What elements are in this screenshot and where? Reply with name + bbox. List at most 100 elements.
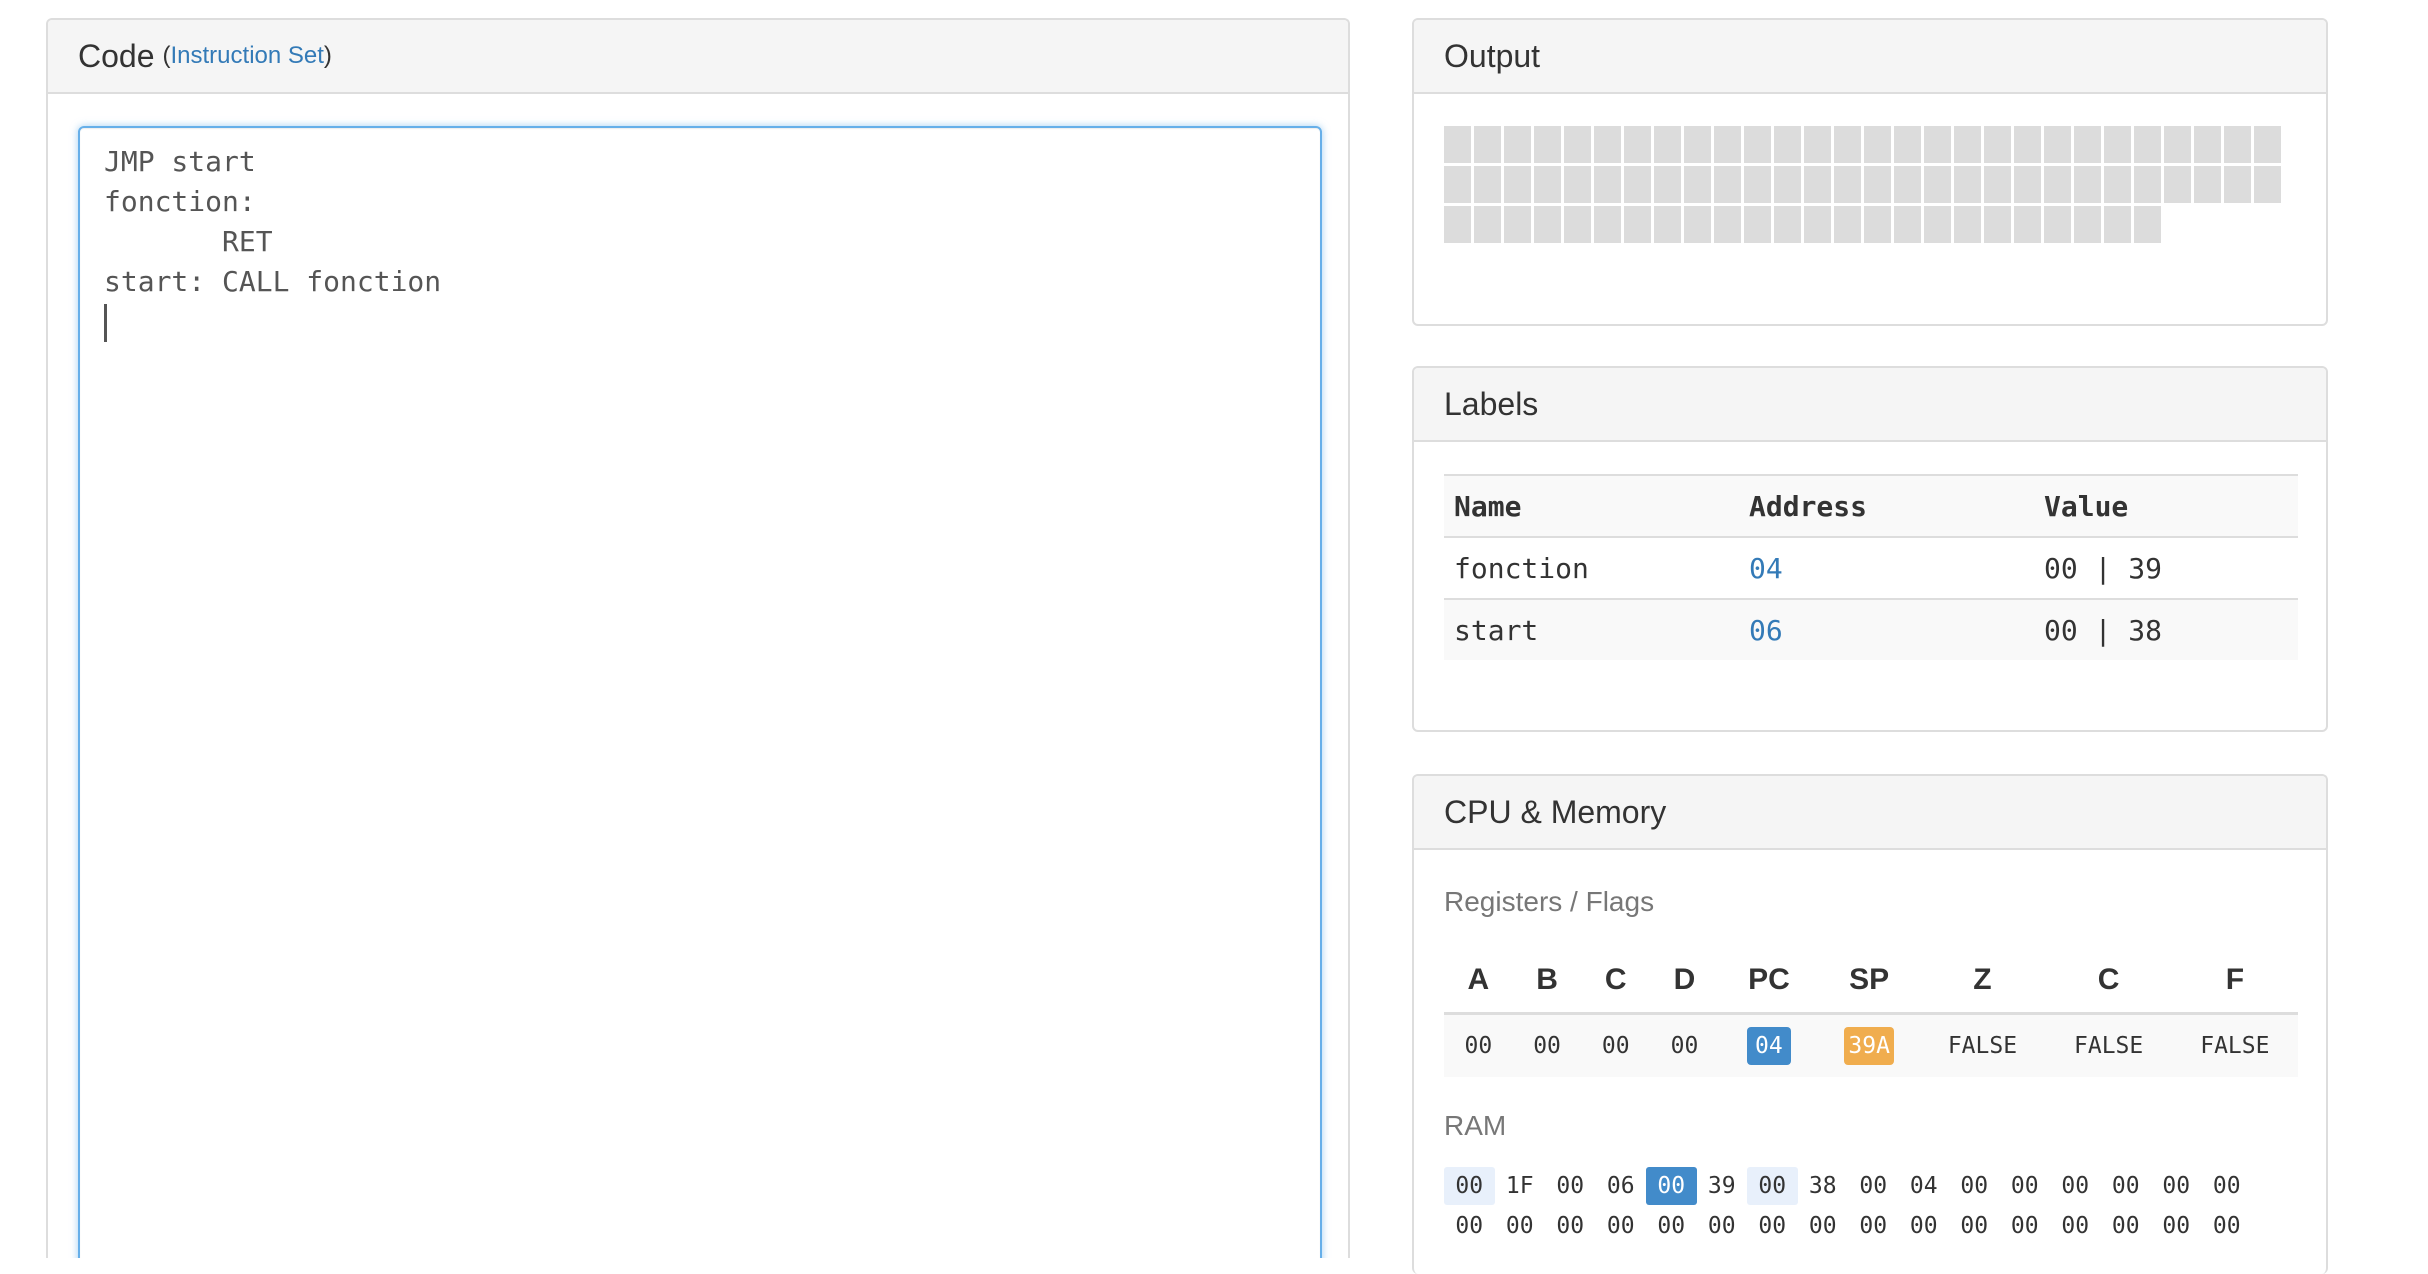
ram-cell: 00 bbox=[1556, 1173, 1585, 1199]
output-pixel bbox=[1444, 206, 1471, 243]
output-pixel bbox=[2044, 206, 2071, 243]
output-pixel bbox=[1894, 166, 1921, 203]
output-pixel bbox=[1684, 166, 1711, 203]
output-pixel bbox=[2104, 166, 2131, 203]
code-panel-heading: Code (Instruction Set) bbox=[48, 20, 1348, 94]
registers-table: A B C D PC SP Z C F 00 00 00 00 04 39A FALSE FALSE FALSE bbox=[1444, 948, 2298, 1077]
code-panel-title: Code bbox=[78, 37, 155, 74]
output-pixel bbox=[1504, 126, 1531, 163]
label-address-link[interactable]: 06 bbox=[1749, 614, 1783, 647]
ram-cell: 00 bbox=[1444, 1167, 1495, 1205]
ram-cell: 00 bbox=[2061, 1173, 2090, 1199]
output-pixel bbox=[2254, 166, 2281, 203]
labels-panel: Labels Name Address Value fonction 04 00… bbox=[1412, 366, 2328, 732]
labels-header-address: Address bbox=[1739, 474, 2034, 538]
register-value-text: FALSE bbox=[1947, 1033, 2018, 1059]
output-pixel bbox=[2014, 166, 2041, 203]
output-pixel bbox=[1804, 126, 1831, 163]
ram-cell: 00 bbox=[2061, 1213, 2090, 1239]
output-pixel bbox=[1924, 166, 1951, 203]
output-pixel bbox=[1714, 206, 1741, 243]
output-pixel bbox=[1654, 206, 1681, 243]
ram-cell: 00 bbox=[1657, 1213, 1686, 1239]
ram-cell: 00 bbox=[1909, 1213, 1938, 1239]
output-pixel bbox=[1774, 166, 1801, 203]
ram-cell: 00 bbox=[2162, 1173, 2191, 1199]
ram-cell: 00 bbox=[1758, 1213, 1787, 1239]
ram-cell: 00 bbox=[1646, 1167, 1697, 1205]
register-value-c: FALSE bbox=[2045, 1013, 2172, 1077]
output-pixel bbox=[1534, 166, 1561, 203]
output-pixel bbox=[2164, 166, 2191, 203]
output-pixel bbox=[1894, 126, 1921, 163]
labels-table: Name Address Value fonction 04 00 | 39 s… bbox=[1444, 474, 2298, 660]
register-value-b: 00 bbox=[1512, 1013, 1582, 1077]
output-pixel bbox=[2074, 206, 2101, 243]
ram-cell: 00 bbox=[1606, 1213, 1635, 1239]
output-pixel bbox=[1864, 166, 1891, 203]
output-pixel bbox=[2134, 126, 2161, 163]
output-pixel bbox=[1984, 166, 2011, 203]
output-pixel bbox=[1474, 126, 1501, 163]
register-name-sp: SP bbox=[1819, 948, 1920, 1015]
ram-cell: 38 bbox=[1808, 1173, 1837, 1199]
table-row: start 06 00 | 38 bbox=[1444, 599, 2298, 660]
register-name-f: F bbox=[2171, 948, 2298, 1015]
register-value-text: FALSE bbox=[2200, 1033, 2270, 1059]
ram-cell: 00 bbox=[1859, 1213, 1888, 1239]
ram-cell: 00 bbox=[2162, 1213, 2191, 1239]
output-pixel bbox=[1594, 126, 1621, 163]
registers-value-row: 00 00 00 00 04 39A FALSE FALSE FALSE bbox=[1444, 1013, 2298, 1077]
ram-cell: 00 bbox=[2111, 1173, 2140, 1199]
output-pixel bbox=[1834, 126, 1861, 163]
output-pixel bbox=[1624, 126, 1651, 163]
output-pixel bbox=[1504, 206, 1531, 243]
output-pixel bbox=[1684, 126, 1711, 163]
output-pixel bbox=[1774, 206, 1801, 243]
output-pixel bbox=[2074, 166, 2101, 203]
output-pixel bbox=[1984, 206, 2011, 243]
label-address-link[interactable]: 04 bbox=[1749, 552, 1783, 585]
register-name-c: C bbox=[2045, 948, 2172, 1015]
label-address-cell: 06 bbox=[1739, 599, 2034, 660]
output-pixel bbox=[2014, 206, 2041, 243]
output-pixel bbox=[1474, 166, 1501, 203]
output-pixel bbox=[1564, 166, 1591, 203]
register-name-b: B bbox=[1512, 948, 1582, 1015]
ram-cell: 00 bbox=[1960, 1173, 1989, 1199]
output-pixel bbox=[1954, 126, 1981, 163]
output-pixel bbox=[1954, 166, 1981, 203]
output-pixel bbox=[1534, 206, 1561, 243]
output-pixel bbox=[1834, 206, 1861, 243]
ram-cell: 00 bbox=[2111, 1213, 2140, 1239]
ram-cell: 00 bbox=[2010, 1173, 2039, 1199]
register-value-text: 00 bbox=[1464, 1033, 1493, 1059]
output-pixel bbox=[1624, 166, 1651, 203]
registers-header-row: A B C D PC SP Z C F bbox=[1444, 948, 2298, 1015]
label-name: fonction bbox=[1444, 537, 1739, 600]
labels-header-row: Name Address Value bbox=[1444, 474, 2298, 538]
output-pixel bbox=[2224, 126, 2251, 163]
register-name-d: D bbox=[1650, 948, 1719, 1015]
code-text: JMP start fonction: RET start: CALL fonc… bbox=[104, 145, 442, 298]
cpu-panel-heading: CPU & Memory bbox=[1414, 776, 2326, 850]
output-pixel bbox=[1564, 126, 1591, 163]
output-pixel bbox=[1684, 206, 1711, 243]
ram-cell: 00 bbox=[2010, 1213, 2039, 1239]
output-pixel bbox=[2254, 126, 2281, 163]
register-value-sp: 39A bbox=[1819, 1013, 1920, 1077]
output-pixel bbox=[1924, 206, 1951, 243]
label-value: 00 | 38 bbox=[2034, 599, 2298, 660]
register-value-text: 00 bbox=[1533, 1033, 1561, 1059]
instruction-set-wrapper: (Instruction Set) bbox=[162, 42, 332, 69]
code-editor[interactable]: JMP start fonction: RET start: CALL fonc… bbox=[78, 126, 1322, 1258]
instruction-set-link[interactable]: Instruction Set bbox=[171, 42, 324, 69]
register-value-text: 04 bbox=[1747, 1027, 1791, 1065]
output-pixel bbox=[1804, 206, 1831, 243]
output-pixel bbox=[2134, 206, 2161, 243]
output-pixel bbox=[1444, 126, 1471, 163]
ram-cell: 00 bbox=[1747, 1167, 1798, 1205]
output-panel: Output bbox=[1412, 18, 2328, 326]
ram-cell: 00 bbox=[1505, 1213, 1534, 1239]
register-value-f: FALSE bbox=[2171, 1013, 2298, 1077]
